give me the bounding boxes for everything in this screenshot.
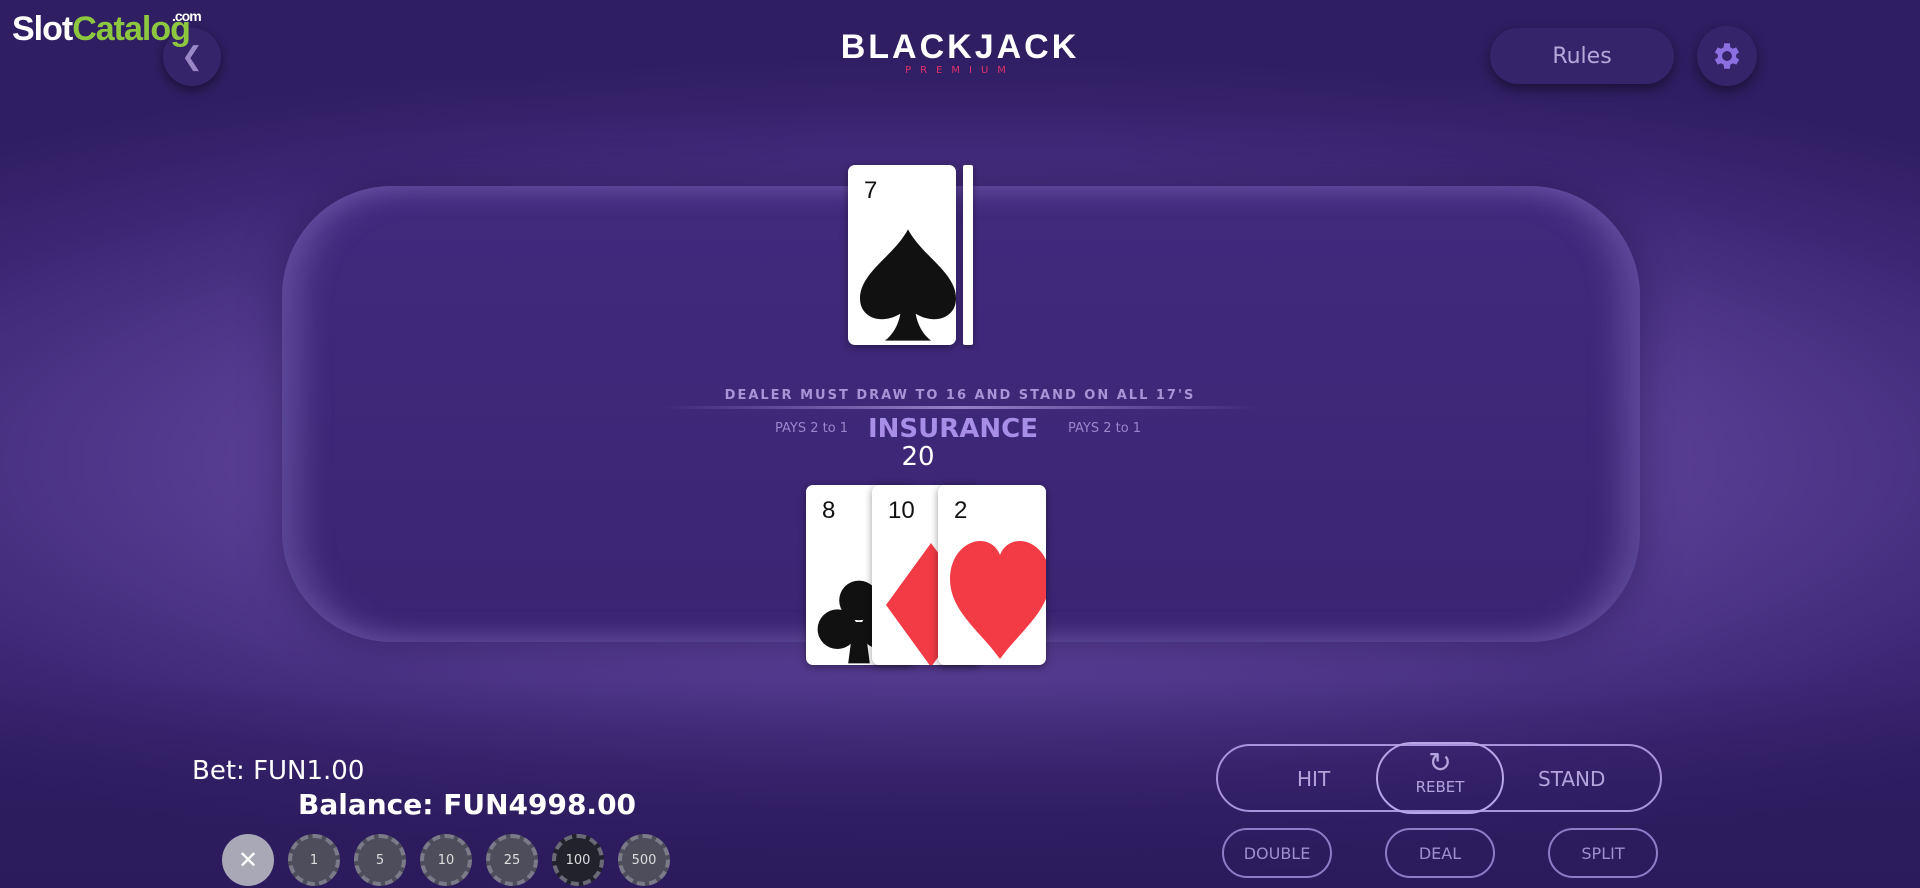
- bet-value: FUN1.00: [253, 756, 365, 786]
- heart-icon: [950, 541, 1046, 659]
- chip-value: 1: [309, 852, 319, 868]
- close-icon: ✕: [237, 846, 259, 874]
- balance-value: FUN4998.00: [443, 788, 637, 821]
- rebet-button[interactable]: ↻ REBET: [1376, 742, 1504, 814]
- chip-rack: ✕ 1 5 10 25 100 500: [222, 834, 670, 886]
- chip-value: 100: [565, 852, 591, 868]
- chip-1[interactable]: 1: [288, 834, 340, 886]
- insurance-pays-right: PAYS 2 to 1: [1068, 421, 1142, 436]
- chip-10[interactable]: 10: [420, 834, 472, 886]
- spade-icon: [860, 229, 956, 341]
- balance-display: Balance: FUN4998.00: [298, 788, 636, 821]
- chip-500[interactable]: 500: [618, 834, 670, 886]
- balance-label: Balance:: [298, 788, 434, 821]
- deal-label: DEAL: [1418, 843, 1462, 863]
- insurance-title: INSURANCE: [868, 414, 1039, 444]
- chip-25[interactable]: 25: [486, 834, 538, 886]
- card-rank: 7: [864, 177, 878, 204]
- bet-display: Bet: FUN1.00: [192, 756, 364, 786]
- dealer-card: 7: [848, 165, 956, 345]
- stand-button[interactable]: STAND: [1538, 767, 1605, 791]
- dealer-rule-text: DEALER MUST DRAW TO 16 AND STAND ON ALL …: [724, 388, 1196, 403]
- watermark-logo: SlotCatalog .com: [12, 8, 202, 49]
- chip-value: 5: [375, 852, 385, 868]
- split-label: SPLIT: [1581, 843, 1625, 863]
- split-button[interactable]: SPLIT: [1548, 828, 1658, 878]
- insurance-pays-left: PAYS 2 to 1: [775, 421, 849, 436]
- rule-divider: [660, 406, 1260, 409]
- chip-100[interactable]: 100: [552, 834, 604, 886]
- game-subtitle: PREMIUM: [905, 65, 1015, 76]
- player-hand-total: 20: [901, 442, 935, 472]
- game-title: BLACKJACK: [840, 28, 1080, 66]
- card-rank: 2: [954, 497, 968, 524]
- card-rank: 8: [822, 497, 836, 524]
- chip-value: 10: [437, 852, 455, 868]
- double-label: DOUBLE: [1243, 843, 1311, 863]
- chip-value: 25: [503, 852, 521, 868]
- dealer-hidden-card: [963, 165, 973, 345]
- double-button[interactable]: DOUBLE: [1222, 828, 1332, 878]
- watermark-part1: Slot: [12, 10, 73, 48]
- watermark-suffix: .com: [172, 8, 202, 24]
- rules-button[interactable]: Rules: [1490, 28, 1674, 84]
- clear-bet-button[interactable]: ✕: [222, 834, 274, 886]
- chip-5[interactable]: 5: [354, 834, 406, 886]
- settings-button[interactable]: [1697, 26, 1757, 86]
- rules-label: Rules: [1552, 43, 1612, 69]
- hit-button[interactable]: HIT: [1297, 767, 1330, 791]
- player-card-3: 2: [938, 485, 1046, 665]
- bet-label: Bet:: [192, 756, 245, 786]
- refresh-icon: ↻: [1428, 746, 1452, 779]
- rebet-label: REBET: [1415, 778, 1465, 796]
- card-rank: 10: [888, 497, 915, 524]
- chip-value: 500: [631, 852, 657, 868]
- gear-icon: [1714, 43, 1740, 69]
- game-logo: BLACKJACK PREMIUM: [780, 28, 1140, 76]
- deal-button[interactable]: DEAL: [1385, 828, 1495, 878]
